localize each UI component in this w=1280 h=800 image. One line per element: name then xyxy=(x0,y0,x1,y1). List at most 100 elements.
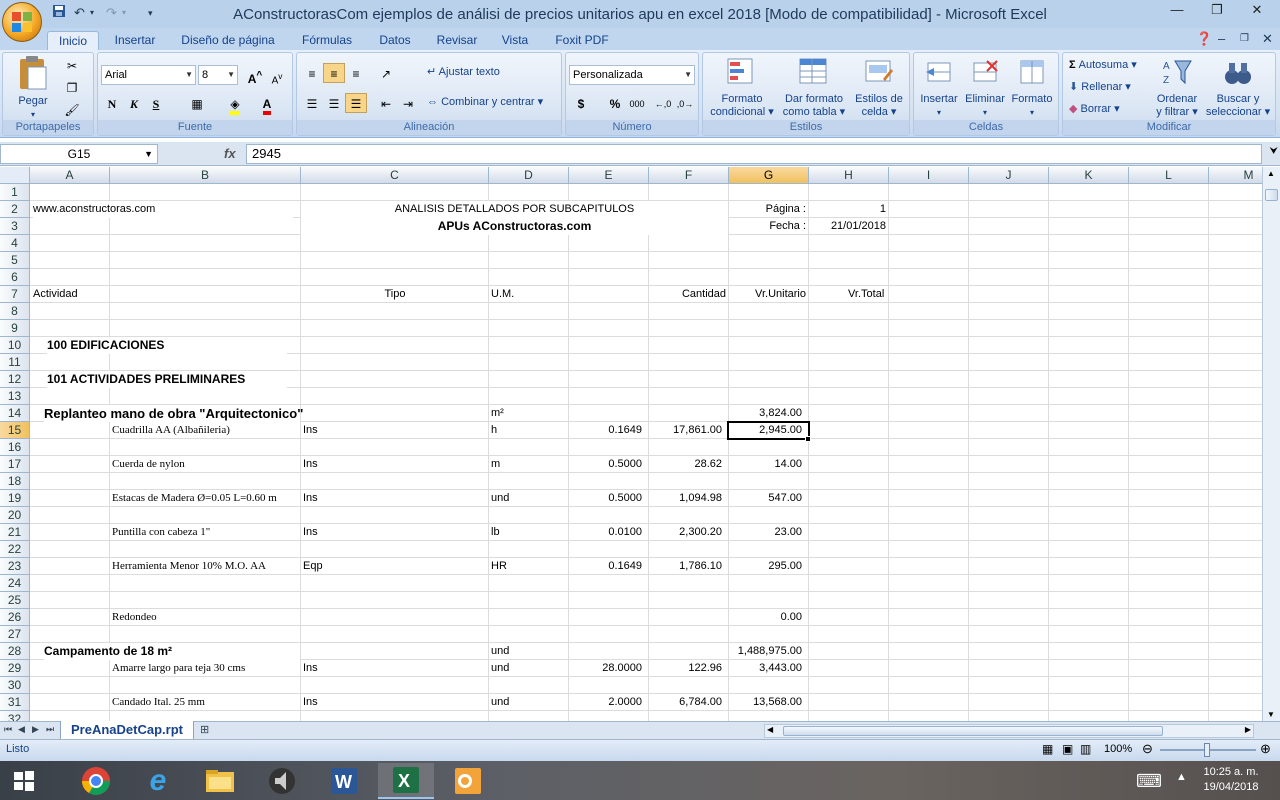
tab-vista[interactable]: Vista xyxy=(496,31,534,50)
row-header-selected[interactable]: 15 xyxy=(0,422,30,439)
page-break-view-icon[interactable]: ▥ xyxy=(1080,742,1091,756)
align-middle-icon[interactable]: ≡ xyxy=(323,63,345,83)
cell-f17[interactable]: 28.62 xyxy=(649,456,722,473)
cell-g2[interactable]: Página : xyxy=(729,201,806,218)
keyboard-icon[interactable]: ⌨ xyxy=(1136,771,1162,792)
sort-filter-button[interactable]: AZ Ordenar y filtrar ▾ xyxy=(1151,57,1203,119)
close-icon[interactable]: ✕ xyxy=(1237,0,1277,20)
taskbar-word[interactable]: W xyxy=(316,763,372,799)
row-header[interactable]: 3 xyxy=(0,218,30,235)
row-header[interactable]: 30 xyxy=(0,677,30,694)
borders-icon[interactable]: ▦ xyxy=(186,93,208,113)
minimize-icon[interactable]: — xyxy=(1157,0,1197,20)
increase-decimal-icon[interactable]: ←,0 xyxy=(652,93,674,113)
next-sheet-icon[interactable]: ▶ xyxy=(32,724,39,735)
cell-a12[interactable]: 101 ACTIVIDADES PRELIMINARES xyxy=(47,371,287,388)
shrink-font-icon[interactable]: Av xyxy=(266,65,288,86)
cell-g26[interactable]: 0.00 xyxy=(729,609,802,626)
col-header-d[interactable]: D xyxy=(489,167,569,184)
cell-c31[interactable]: Ins xyxy=(303,694,318,711)
cell-g17[interactable]: 14.00 xyxy=(729,456,802,473)
col-header-f[interactable]: F xyxy=(649,167,729,184)
row-header[interactable]: 13 xyxy=(0,388,30,405)
cell-b19[interactable]: Estacas de Madera Ø=0.05 L=0.60 m xyxy=(112,490,277,507)
sheet-tab-active[interactable]: PreAnaDetCap.rpt xyxy=(60,721,194,740)
cell-g29[interactable]: 3,443.00 xyxy=(729,660,802,677)
taskbar-outlook[interactable] xyxy=(440,763,496,799)
wrap-text-button[interactable]: ↵ Ajustar texto xyxy=(427,66,547,79)
row-header[interactable]: 4 xyxy=(0,235,30,252)
tab-diseno-pagina[interactable]: Diseño de página xyxy=(176,31,280,50)
prev-sheet-icon[interactable]: ◀ xyxy=(18,724,25,735)
tab-insertar[interactable]: Insertar xyxy=(107,31,163,50)
taskbar-explorer[interactable] xyxy=(192,763,248,799)
cell-d31[interactable]: und xyxy=(491,694,509,711)
row-header[interactable]: 2 xyxy=(0,201,30,218)
scroll-right-icon[interactable]: ▶ xyxy=(1245,725,1251,734)
cell-g19[interactable]: 547.00 xyxy=(729,490,802,507)
cell-h2[interactable]: 1 xyxy=(809,201,886,218)
fill-color-icon[interactable]: ◈ xyxy=(224,93,246,115)
autosum-button[interactable]: Σ Autosuma ▾ xyxy=(1069,59,1153,72)
tray-expand-icon[interactable]: ▲ xyxy=(1176,771,1187,783)
row-header[interactable]: 9 xyxy=(0,320,30,337)
cell-e23[interactable]: 0.1649 xyxy=(569,558,642,575)
font-size-select[interactable]: 8 ▼ xyxy=(198,65,238,85)
col-header-e[interactable]: E xyxy=(569,167,649,184)
row-header[interactable]: 1 xyxy=(0,184,30,201)
font-name-select[interactable]: Arial ▼ xyxy=(101,65,196,85)
tab-foxit-pdf[interactable]: Foxit PDF xyxy=(550,31,614,50)
delete-cells-button[interactable]: Eliminar ▾ xyxy=(962,57,1008,119)
clock[interactable]: 10:25 a. m. 19/04/2018 xyxy=(1196,765,1266,795)
row-header[interactable]: 26 xyxy=(0,609,30,626)
row-header[interactable]: 12 xyxy=(0,371,30,388)
cell-f23[interactable]: 1,786.10 xyxy=(649,558,722,575)
cell-a10[interactable]: 100 EDIFICACIONES xyxy=(47,337,287,354)
zoom-slider-thumb[interactable] xyxy=(1204,743,1210,757)
cell-f31[interactable]: 6,784.00 xyxy=(649,694,722,711)
cell-f21[interactable]: 2,300.20 xyxy=(649,524,722,541)
tab-datos[interactable]: Datos xyxy=(374,31,416,50)
cell-d28[interactable]: und xyxy=(491,643,509,660)
row-header[interactable]: 14 xyxy=(0,405,30,422)
cell-d29[interactable]: und xyxy=(491,660,509,677)
align-left-icon[interactable]: ☰ xyxy=(301,93,323,113)
cell-g21[interactable]: 23.00 xyxy=(729,524,802,541)
taskbar-media[interactable] xyxy=(254,763,310,799)
cell-styles-button[interactable]: Estilos de celda ▾ xyxy=(849,57,909,119)
workbook-restore-icon[interactable]: ❐ xyxy=(1240,30,1249,48)
cell-a14[interactable]: Replanteo mano de obra "Arquitectonico" xyxy=(44,405,303,422)
tab-inicio[interactable]: Inicio xyxy=(47,31,99,50)
normal-view-icon[interactable]: ▦ xyxy=(1042,742,1053,756)
zoom-out-icon[interactable]: ⊖ xyxy=(1142,741,1153,757)
col-header-h[interactable]: H xyxy=(809,167,889,184)
cell-d17[interactable]: m xyxy=(491,456,500,473)
workbook-minimize-icon[interactable]: – xyxy=(1218,30,1225,48)
fill-button[interactable]: ⬇ Rellenar ▾ xyxy=(1069,81,1153,94)
cell-d21[interactable]: lb xyxy=(491,524,500,541)
decrease-indent-icon[interactable]: ⇤ xyxy=(375,93,397,113)
col-header-j[interactable]: J xyxy=(969,167,1049,184)
cell-c2[interactable]: ANALISIS DETALLADOS POR SUBCAPITULOS xyxy=(301,201,728,218)
help-icon[interactable]: ❓ xyxy=(1196,30,1212,48)
font-color-icon[interactable]: A xyxy=(256,93,278,115)
insert-sheet-icon[interactable]: ⊞ xyxy=(200,723,209,736)
vertical-scrollbar[interactable]: ▲ ▼ xyxy=(1262,167,1280,721)
formula-input[interactable]: 2945 xyxy=(246,144,1262,164)
tab-formulas[interactable]: Fórmulas xyxy=(296,31,358,50)
increase-indent-icon[interactable]: ⇥ xyxy=(397,93,419,113)
paste-button[interactable]: Pegar ▾ xyxy=(7,55,59,119)
col-header-m[interactable]: M xyxy=(1209,167,1262,184)
cell-c29[interactable]: Ins xyxy=(303,660,318,677)
format-as-table-button[interactable]: Dar formato como tabla ▾ xyxy=(779,57,849,119)
align-center-icon[interactable]: ☰ xyxy=(323,93,345,113)
row-header[interactable]: 6 xyxy=(0,269,30,286)
col-header-b[interactable]: B xyxy=(110,167,301,184)
cell-g14[interactable]: 3,824.00 xyxy=(729,405,802,422)
cell-b21[interactable]: Puntilla con cabeza 1" xyxy=(112,524,210,541)
spreadsheet-grid[interactable]: A B C D E F G H I J K L M 1 2 3 4 5 6 7 … xyxy=(0,167,1262,721)
row-header[interactable]: 18 xyxy=(0,473,30,490)
percent-button[interactable]: % xyxy=(604,93,626,113)
row-header[interactable]: 23 xyxy=(0,558,30,575)
col-header-a[interactable]: A xyxy=(30,167,110,184)
